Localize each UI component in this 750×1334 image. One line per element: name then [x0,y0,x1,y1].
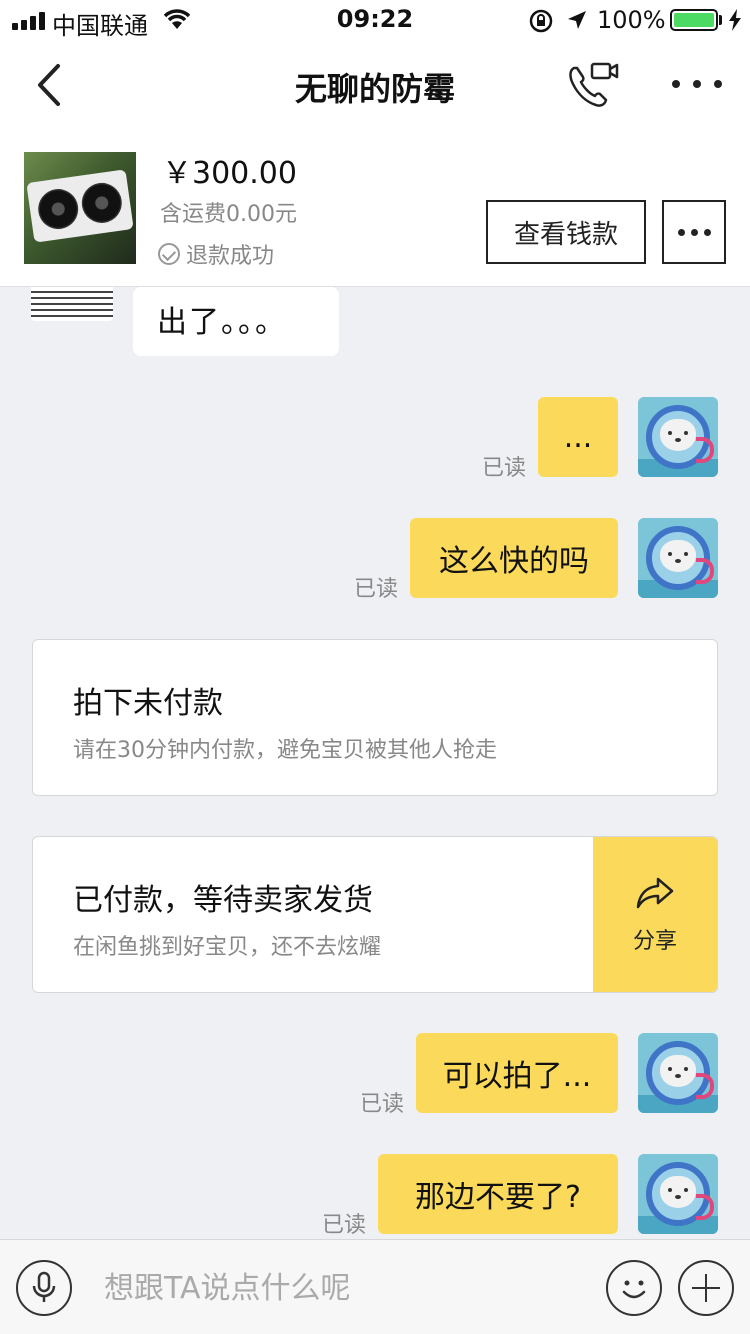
battery-icon [670,9,718,31]
location-icon [568,11,586,29]
more-actions-button[interactable] [678,1260,734,1316]
voice-button[interactable] [16,1260,72,1316]
product-price: ￥300.00 [162,156,297,191]
more-button[interactable] [672,66,722,102]
message-bubble[interactable]: 那边不要了? [378,1154,618,1234]
refund-status: 退款成功 [158,238,274,270]
check-circle-icon [158,243,180,265]
graphics-card-image [26,169,134,243]
read-receipt: 已读 [359,1092,404,1117]
read-receipt: 已读 [481,456,526,481]
battery-percent: 100% [597,6,666,34]
emoji-button[interactable] [606,1260,662,1316]
product-thumbnail[interactable] [24,152,136,264]
message-bubble[interactable]: ... [538,397,618,477]
refund-status-label: 退款成功 [186,244,275,269]
order-paid-card[interactable]: 已付款，等待卖家发货 在闲鱼挑到好宝贝，还不去炫耀 分享 [32,836,718,993]
chat-message: 已读 这么快的吗 [0,518,750,602]
product-more-button[interactable] [662,200,726,264]
share-label: 分享 [632,929,677,954]
battery-tip [719,15,722,25]
emoji-icon [622,1280,646,1299]
chat-area[interactable]: 出了。。。 已读 ... 已读 这么快的吗 拍下未付款 请在30分钟内付款，避免… [0,287,750,1239]
message-bubble[interactable]: 这么快的吗 [410,518,618,598]
peer-avatar[interactable] [31,287,113,321]
share-button[interactable]: 分享 [593,837,717,992]
video-call-icon [569,62,619,107]
avatar[interactable] [638,1033,718,1113]
microphone-icon [32,1271,56,1302]
order-unpaid-card[interactable]: 拍下未付款 请在30分钟内付款，避免宝贝被其他人抢走 [32,639,718,796]
read-receipt: 已读 [353,577,398,602]
share-icon [636,877,674,909]
video-call-button[interactable] [566,60,622,110]
product-header: ￥300.00 含运费0.00元 退款成功 查看钱款 [0,130,750,287]
chat-message: 已读 那边不要了? [0,1154,750,1238]
message-input[interactable] [104,1266,584,1310]
peer-message-bubble[interactable]: 出了。。。 [133,287,339,356]
card-subtitle: 请在30分钟内付款，避免宝贝被其他人抢走 [73,738,497,763]
charging-icon [729,9,741,31]
nav-bar: 无聊的防霉 [0,40,750,130]
avatar[interactable] [638,518,718,598]
view-money-button[interactable]: 查看钱款 [486,200,646,264]
status-bar: 中国联通 09:22 100% [0,0,750,40]
card-title: 拍下未付款 [73,686,223,721]
rotation-lock-icon [529,9,553,33]
read-receipt: 已读 [321,1213,366,1238]
card-subtitle: 在闲鱼挑到好宝贝，还不去炫耀 [73,935,382,960]
chat-message: 已读 可以拍了... [0,1033,750,1117]
shipping-fee: 含运费0.00元 [160,202,297,227]
more-icon [677,228,685,236]
card-title: 已付款，等待卖家发货 [73,883,373,918]
input-bar [0,1239,750,1334]
more-icon [672,80,680,88]
chat-message: 已读 ... [0,397,750,481]
avatar[interactable] [638,1154,718,1234]
message-bubble[interactable]: 可以拍了... [416,1033,618,1113]
avatar[interactable] [638,397,718,477]
page-title: 无聊的防霉 [294,70,455,108]
